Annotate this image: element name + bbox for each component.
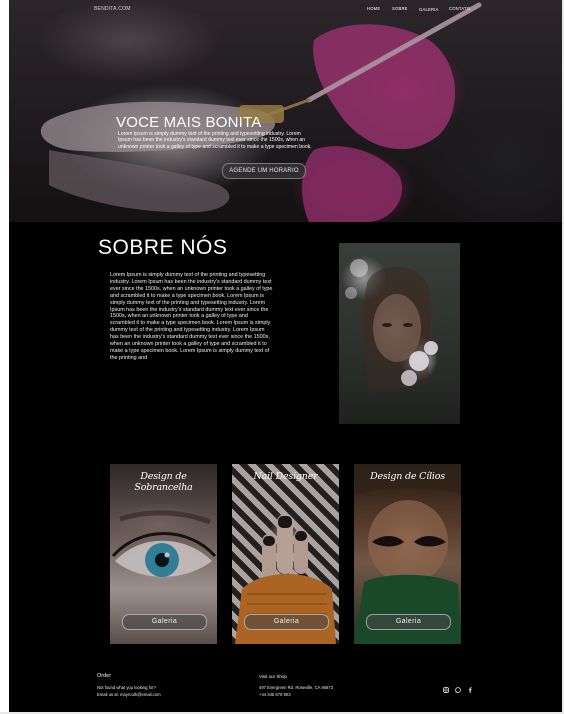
- service-card-eyebrow[interactable]: Design de Sobrancelha Galeria: [110, 464, 217, 644]
- nav-galeria[interactable]: GALERIA: [419, 7, 439, 12]
- footer-order-text: Not found what you looking for?: [97, 685, 156, 690]
- instagram-icon[interactable]: [443, 687, 449, 693]
- galeria-button[interactable]: Galeria: [244, 614, 329, 630]
- galeria-button[interactable]: Galeria: [122, 614, 207, 630]
- card-title: Design de Cílios: [370, 471, 445, 482]
- galeria-button[interactable]: Galeria: [366, 614, 451, 630]
- service-card-lashes[interactable]: Design de Cílios Galeria: [354, 464, 461, 644]
- whatsapp-icon[interactable]: [455, 687, 461, 693]
- about-photo: [339, 243, 460, 424]
- footer-shop-title: Visit our Shop: [259, 674, 287, 679]
- footer-email[interactable]: Email us at: mayrcuth@email.com: [97, 692, 161, 698]
- card-title: Design de Sobrancelha: [134, 471, 193, 493]
- footer-address: 497 Evergreen Rd. Roseville, CA 95673: [259, 685, 334, 690]
- footer-order-title: Order: [97, 673, 112, 679]
- nav-sobre[interactable]: SOBRE: [392, 6, 408, 11]
- service-card-nails[interactable]: Nail Designer Galeria: [232, 464, 339, 644]
- site-logo[interactable]: BENDITA.COM: [94, 6, 131, 12]
- schedule-button[interactable]: AGENDE UM HORARIO: [222, 163, 306, 179]
- hero-description: Lorem Ipsum is simply dummy text of the …: [118, 131, 312, 150]
- about-text: Lorem Ipsum is simply dummy text of the …: [110, 272, 273, 361]
- woman-flowers-image: [345, 259, 438, 393]
- hero-banner: BENDITA.COM HOME SOBRE GALERIA CONTATO V…: [9, 0, 562, 222]
- hero-overlay: [9, 0, 562, 222]
- hero-title: VOCE MAIS BONITA: [116, 114, 262, 131]
- page: BENDITA.COM HOME SOBRE GALERIA CONTATO V…: [9, 0, 562, 714]
- about-title: SOBRE NÓS: [98, 236, 228, 259]
- facebook-icon[interactable]: [467, 687, 473, 693]
- nav-home[interactable]: HOME: [367, 6, 380, 11]
- footer-phone: +44 345 678 903: [259, 692, 291, 697]
- nav-contato[interactable]: CONTATO: [449, 6, 470, 11]
- card-title: Nail Designer: [253, 471, 318, 482]
